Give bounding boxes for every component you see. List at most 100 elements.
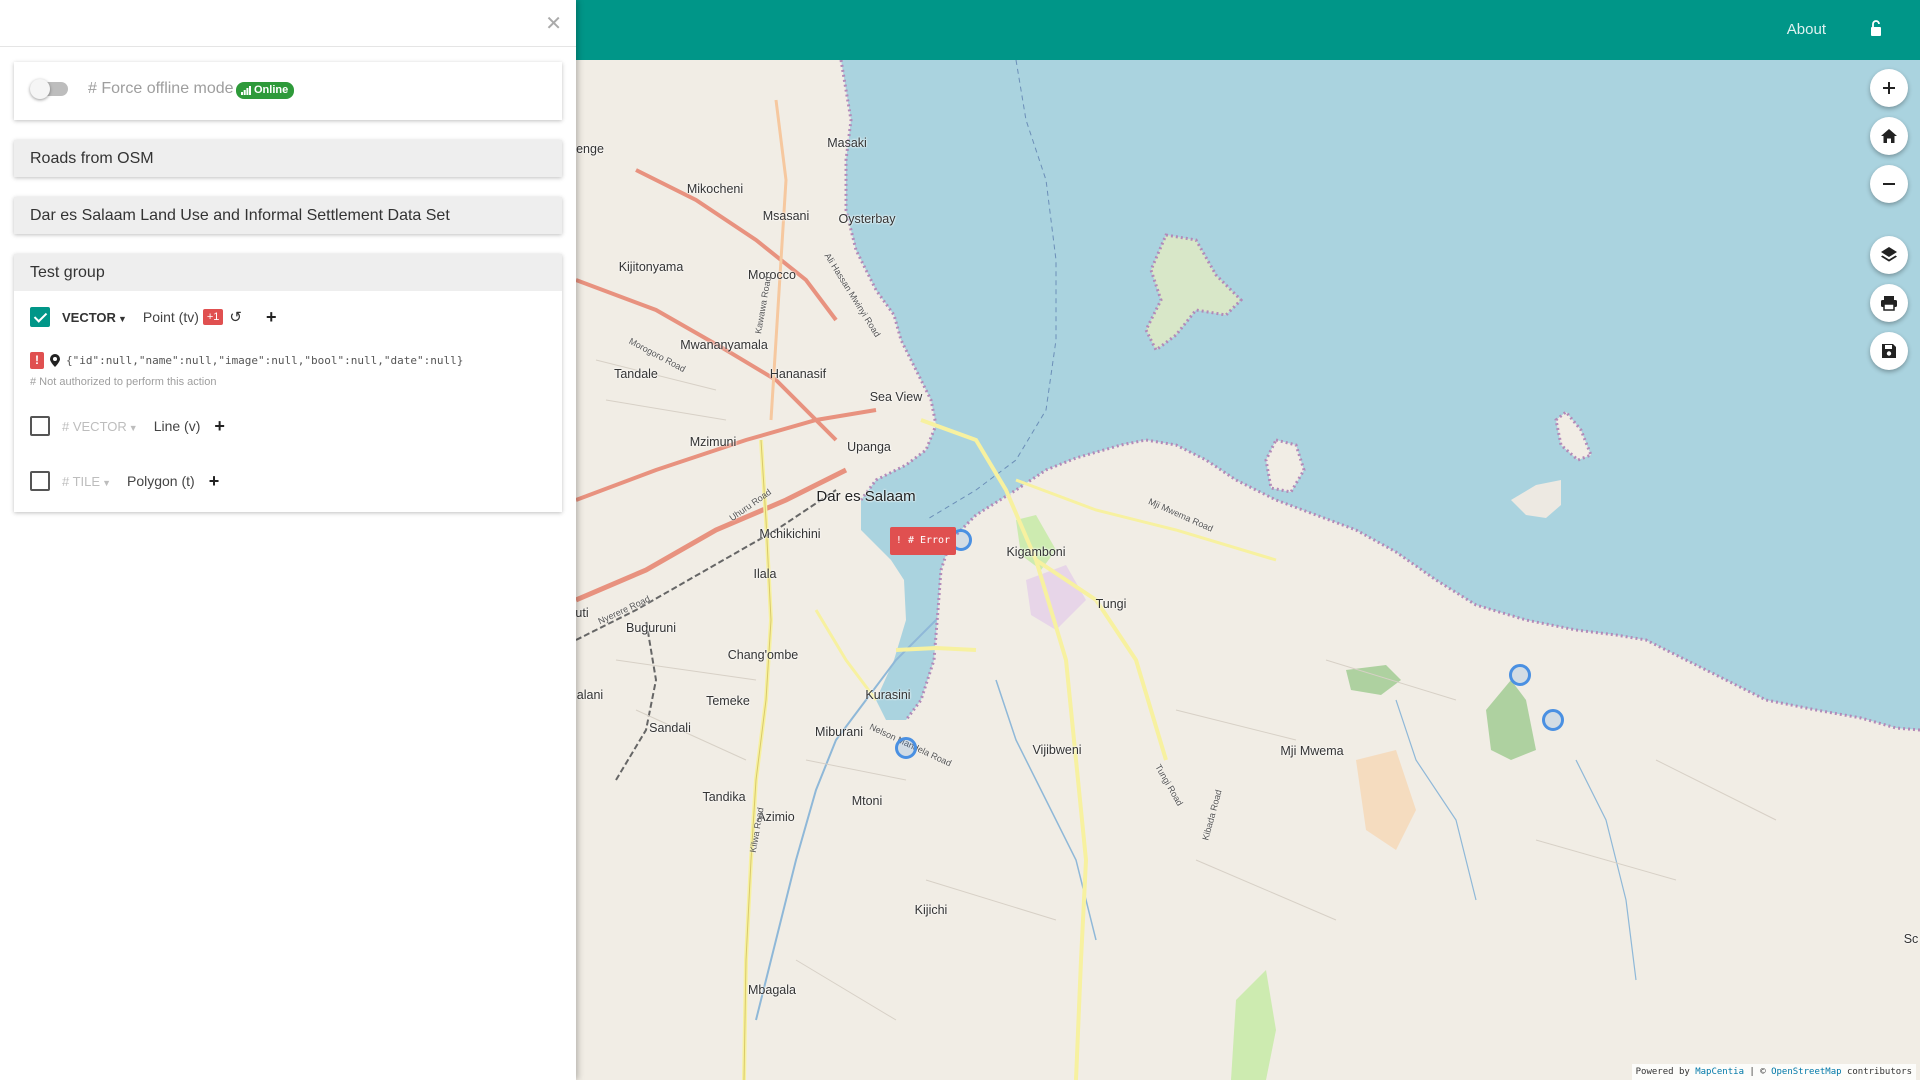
layer-type-label: VECTOR — [62, 309, 116, 325]
zoom-out-button[interactable] — [1870, 165, 1908, 203]
place-label: Mzimuni — [689, 435, 737, 449]
lock-icon[interactable] — [1868, 19, 1884, 39]
layer-panel: ✕ # Force offline mode Online Roads from… — [0, 0, 576, 1080]
layer-group-land-use[interactable]: Dar es Salaam Land Use and Informal Sett… — [14, 197, 562, 234]
top-bar: About — [576, 0, 1920, 60]
layer-type-label: # TILE — [62, 473, 101, 489]
group-title[interactable]: Test group — [14, 254, 562, 291]
place-label: Miburani — [815, 725, 863, 739]
map-canvas[interactable]: Masaki Mikocheni Msasani Oysterbay Kijit… — [576, 60, 1920, 1080]
place-label: Sc — [1903, 932, 1919, 946]
online-status-text: Online — [254, 84, 289, 96]
place-label: Tandika — [702, 790, 746, 804]
place-label: Mwananyamala — [680, 338, 768, 352]
place-label: Buguruni — [625, 621, 677, 635]
place-label: Vijibweni — [1032, 743, 1082, 757]
layers-icon — [1881, 247, 1897, 262]
layer-group-roads[interactable]: Roads from OSM — [14, 140, 562, 177]
home-button[interactable] — [1870, 117, 1908, 155]
zoom-in-icon — [1883, 82, 1895, 94]
about-link[interactable]: About — [1787, 21, 1826, 38]
place-label: Kigamboni — [1006, 545, 1066, 559]
online-status-badge: Online — [236, 82, 295, 99]
layer-checkbox[interactable] — [30, 307, 50, 327]
place-label: Tungi — [1095, 597, 1127, 611]
error-tooltip[interactable]: ! # Error — [890, 527, 956, 555]
add-feature-icon[interactable]: + — [266, 307, 277, 328]
print-icon — [1881, 296, 1897, 311]
toggle-knob — [30, 79, 50, 99]
place-label: Sandali — [649, 721, 691, 735]
attribution-powered: Powered by — [1635, 1067, 1690, 1077]
add-feature-icon[interactable]: + — [209, 471, 220, 492]
feature-error-line: ! {"id":null,"name":null,"image":null,"b… — [30, 352, 463, 369]
layer-row-line: # VECTOR ▼ Line (v) + — [30, 414, 225, 438]
place-label: alani — [576, 688, 604, 702]
layers-button[interactable] — [1870, 236, 1908, 274]
group-title: Dar es Salaam Land Use and Informal Sett… — [14, 197, 562, 234]
place-label: Kurasini — [865, 688, 911, 702]
add-feature-icon[interactable]: + — [214, 416, 225, 437]
pending-count-badge[interactable]: +1 — [202, 309, 224, 325]
map-marker-icon[interactable] — [50, 354, 60, 367]
offline-toggle[interactable] — [30, 79, 68, 99]
layer-name: Polygon (t) — [126, 473, 195, 489]
place-label: Temeke — [706, 694, 750, 708]
layer-row-polygon: # TILE ▼ Polygon (t) + — [30, 469, 219, 493]
place-label-city: Dar es Salaam — [816, 488, 916, 505]
point-marker[interactable] — [1542, 709, 1564, 731]
layer-row-point: VECTOR ▼ Point (tv) +1 ↺ + — [30, 305, 277, 329]
layer-group-test: Test group VECTOR ▼ Point (tv) +1 ↺ + ! {… — [14, 254, 562, 512]
place-label: Ilala — [753, 567, 777, 581]
save-button[interactable] — [1870, 332, 1908, 370]
layer-type-dropdown[interactable]: # TILE ▼ — [62, 474, 111, 489]
place-label: Kijitonyama — [618, 260, 684, 274]
place-label: uti — [576, 606, 589, 620]
place-label: Kijichi — [914, 903, 948, 917]
layer-type-dropdown[interactable]: # VECTOR ▼ — [62, 419, 138, 434]
caret-down-icon: ▼ — [128, 422, 138, 433]
place-label: enge — [576, 142, 604, 156]
save-icon — [1882, 344, 1896, 358]
place-label: Chang'ombe — [727, 648, 799, 662]
refresh-icon[interactable]: ↺ — [229, 308, 242, 326]
place-label: Masaki — [827, 136, 867, 150]
layer-checkbox[interactable] — [30, 416, 50, 436]
home-icon — [1881, 129, 1897, 143]
zoom-out-icon — [1883, 183, 1895, 185]
attribution-tail: contributors — [1841, 1067, 1912, 1077]
mapcentia-link[interactable]: MapCentia — [1695, 1067, 1744, 1077]
group-title: Roads from OSM — [14, 140, 562, 177]
attribution-separator: | © — [1744, 1067, 1772, 1077]
point-marker[interactable] — [1509, 664, 1531, 686]
layer-name: Line (v) — [153, 418, 201, 434]
layer-type-dropdown[interactable]: VECTOR ▼ — [62, 310, 127, 325]
caret-down-icon: ▼ — [102, 477, 111, 488]
offline-mode-label: # Force offline mode — [88, 80, 234, 97]
osm-link[interactable]: OpenStreetMap — [1771, 1067, 1841, 1077]
feature-json: {"id":null,"name":null,"image":null,"boo… — [66, 354, 464, 367]
offline-mode-card: # Force offline mode Online — [14, 62, 562, 120]
signal-icon — [241, 86, 251, 95]
caret-down-icon: ▼ — [117, 313, 127, 324]
place-label: Tandale — [614, 367, 658, 381]
layer-type-label: # VECTOR — [62, 418, 127, 434]
auth-error-message: # Not authorized to perform this action — [30, 376, 217, 388]
place-label: Hananasif — [769, 367, 827, 381]
print-button[interactable] — [1870, 284, 1908, 322]
place-label: Mchikichini — [759, 527, 821, 541]
layer-name: Point (tv) — [142, 309, 199, 325]
place-label: Sea View — [869, 390, 923, 404]
place-label: Msasani — [762, 209, 810, 223]
place-label: Mtoni — [851, 794, 883, 808]
place-label: Upanga — [847, 440, 891, 454]
place-label: Oysterbay — [838, 212, 896, 226]
zoom-in-button[interactable] — [1870, 69, 1908, 107]
place-label: Mji Mwema — [1280, 744, 1344, 758]
panel-header: ✕ — [0, 0, 576, 47]
point-marker[interactable] — [895, 737, 917, 759]
close-icon[interactable]: ✕ — [545, 14, 562, 34]
layer-checkbox[interactable] — [30, 471, 50, 491]
map-attribution: Powered by MapCentia | © OpenStreetMap c… — [1631, 1064, 1916, 1080]
place-label: Mbagala — [748, 983, 796, 997]
